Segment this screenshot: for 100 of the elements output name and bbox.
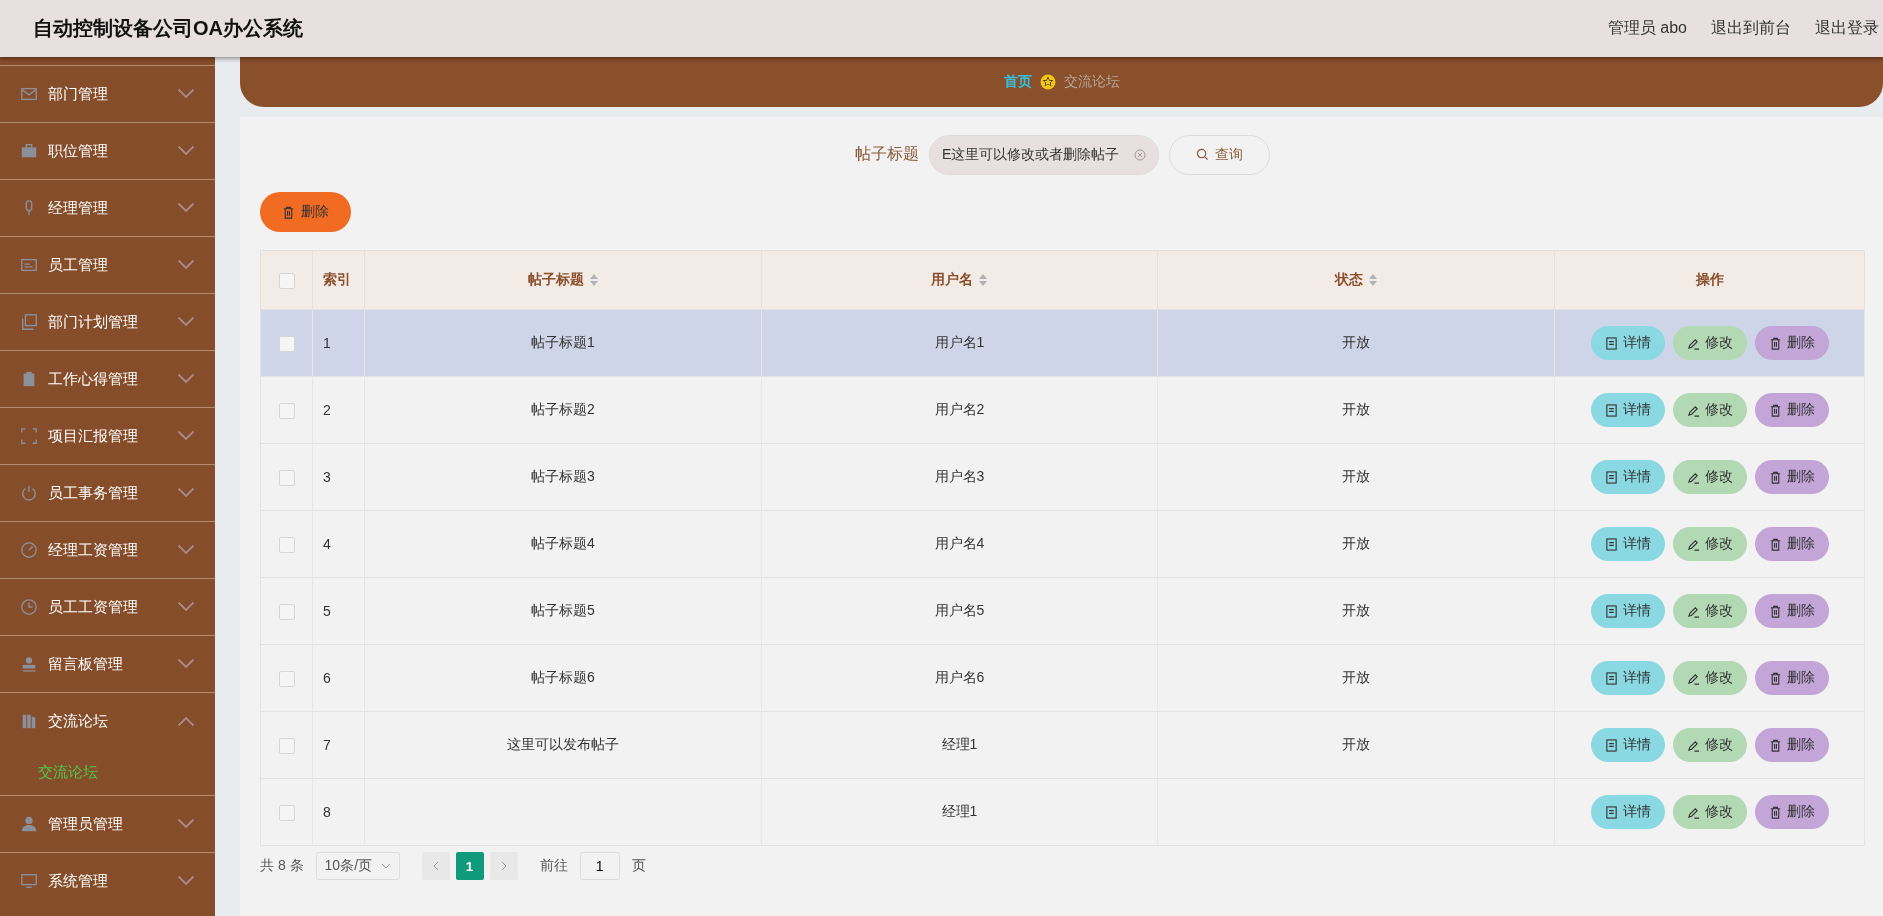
edit-button[interactable]: 修改 (1672, 795, 1747, 829)
edit-button[interactable]: 修改 (1672, 728, 1747, 762)
detail-button[interactable]: 详情 (1590, 661, 1665, 695)
edit-button[interactable]: 修改 (1672, 326, 1747, 360)
table-cell: 帖子标题5 (530, 602, 595, 618)
search-button[interactable]: 查询 (1169, 134, 1270, 175)
delete-button[interactable]: 删除 (1754, 393, 1829, 427)
table-row[interactable]: 6 帖子标题6 用户名6 开放 详情 修改 删除 (260, 644, 1865, 712)
detail-button[interactable]: 详情 (1590, 728, 1665, 762)
column-header: 操作 (1695, 271, 1724, 289)
delete-button[interactable]: 删除 (1754, 728, 1829, 762)
sidebar-item[interactable]: 系统管理 (0, 852, 215, 909)
sidebar-label: 员工管理 (48, 255, 109, 275)
trash-icon (282, 205, 295, 219)
delete-button[interactable]: 删除 (1754, 594, 1829, 628)
sidebar-item[interactable]: 项目汇报管理 (0, 407, 215, 464)
select-all-checkbox[interactable] (278, 272, 295, 289)
sidebar-label: 工作心得管理 (48, 369, 139, 389)
sidebar-label: 经理工资管理 (48, 540, 139, 560)
table-row[interactable]: 3 帖子标题3 用户名3 开放 详情 修改 删除 (260, 443, 1865, 511)
detail-button[interactable]: 详情 (1590, 795, 1665, 829)
row-checkbox[interactable] (278, 737, 295, 754)
page-size-select[interactable]: 10条/页 (315, 852, 400, 880)
delete-button[interactable]: 删除 (1754, 527, 1829, 561)
table-row[interactable]: 2 帖子标题2 用户名2 开放 详情 修改 删除 (260, 376, 1865, 444)
table-cell: 帖子标题3 (530, 468, 595, 484)
delete-button[interactable]: 删除 (260, 192, 351, 232)
table-cell: 用户名3 (934, 468, 985, 484)
chevron-right-icon (499, 861, 508, 871)
sidebar-item[interactable]: 部门管理 (0, 65, 215, 122)
pencil-icon (1686, 805, 1700, 819)
table-row[interactable]: 8 经理1 详情 修改 删除 (260, 778, 1865, 846)
sidebar-item[interactable]: 经理工资管理 (0, 521, 215, 578)
table-row[interactable]: 7 这里可以发布帖子 经理1 开放 详情 修改 删除 (260, 711, 1865, 779)
header-link[interactable]: 退出到前台 (1711, 18, 1791, 39)
sidebar-item[interactable]: 员工工资管理 (0, 578, 215, 635)
edit-button[interactable]: 修改 (1672, 661, 1747, 695)
sort-icon[interactable] (979, 274, 988, 286)
table-cell: 开放 (1342, 669, 1371, 685)
table-cell: 开放 (1342, 468, 1371, 484)
trash-icon (1768, 671, 1782, 685)
clear-icon[interactable] (1134, 148, 1146, 161)
detail-button[interactable]: 详情 (1590, 460, 1665, 494)
sort-icon[interactable] (589, 274, 598, 286)
detail-button[interactable]: 详情 (1590, 326, 1665, 360)
goto-page-field[interactable]: 1 (579, 852, 620, 880)
table-row[interactable]: 1 帖子标题1 用户名1 开放 详情 修改 删除 (260, 309, 1865, 377)
sidebar-item[interactable]: 部门计划管理 (0, 293, 215, 350)
detail-button[interactable]: 详情 (1590, 527, 1665, 561)
table-cell: 2 (323, 402, 331, 418)
sidebar-item[interactable]: 经理管理 (0, 179, 215, 236)
table-cell: 用户名4 (934, 535, 985, 551)
table-cell: 用户名6 (934, 669, 985, 685)
sidebar-item[interactable]: 留言板管理 (0, 635, 215, 692)
row-checkbox[interactable] (278, 536, 295, 553)
table-cell: 用户名2 (934, 401, 985, 417)
edit-button[interactable]: 修改 (1672, 594, 1747, 628)
edit-button[interactable]: 修改 (1672, 393, 1747, 427)
row-checkbox[interactable] (278, 603, 295, 620)
next-page-button[interactable] (489, 852, 518, 880)
delete-button[interactable]: 删除 (1754, 326, 1829, 360)
sidebar-label: 管理员管理 (48, 814, 124, 834)
row-checkbox[interactable] (278, 402, 295, 419)
row-checkbox[interactable] (278, 469, 295, 486)
edit-button[interactable]: 修改 (1672, 527, 1747, 561)
sort-icon[interactable] (1369, 274, 1378, 286)
pencil-icon (1686, 671, 1700, 685)
table-row[interactable]: 5 帖子标题5 用户名5 开放 详情 修改 删除 (260, 577, 1865, 645)
pencil-icon (1686, 336, 1700, 350)
previous-page-button[interactable] (421, 852, 450, 880)
sidebar-label: 交流论坛 (48, 711, 109, 731)
page-button[interactable]: 1 (455, 852, 484, 880)
table-cell: 开放 (1342, 602, 1371, 618)
table-row[interactable]: 4 帖子标题4 用户名4 开放 详情 修改 删除 (260, 510, 1865, 578)
header-link[interactable]: 管理员 abo (1607, 18, 1687, 39)
table-cell: 3 (323, 469, 331, 485)
sidebar-item[interactable]: 员工管理 (0, 236, 215, 293)
document-icon (1604, 604, 1618, 618)
table-cell: 1 (323, 335, 331, 351)
delete-button[interactable]: 删除 (1754, 460, 1829, 494)
delete-button[interactable]: 删除 (1754, 661, 1829, 695)
delete-button[interactable]: 删除 (1754, 795, 1829, 829)
sidebar-item[interactable]: 工作心得管理 (0, 350, 215, 407)
sidebar-item[interactable]: 职位管理 (0, 122, 215, 179)
search-icon (1196, 148, 1209, 161)
edit-button[interactable]: 修改 (1672, 460, 1747, 494)
detail-button[interactable]: 详情 (1590, 594, 1665, 628)
row-checkbox[interactable] (278, 804, 295, 821)
sidebar-item[interactable]: 管理员管理 (0, 795, 215, 852)
sidebar-item[interactable]: 员工事务管理 (0, 464, 215, 521)
sidebar-item[interactable]: 交流论坛 (0, 692, 215, 749)
search-field[interactable]: E这里可以修改或者删除帖子 (929, 134, 1159, 175)
table-cell: 6 (323, 670, 331, 686)
table-cell: 7 (323, 737, 331, 753)
row-checkbox[interactable] (278, 335, 295, 352)
header-link[interactable]: 退出登录 (1815, 18, 1879, 39)
gauge-icon (20, 541, 38, 559)
row-checkbox[interactable] (278, 670, 295, 687)
envelope-icon (20, 85, 38, 103)
detail-button[interactable]: 详情 (1590, 393, 1665, 427)
